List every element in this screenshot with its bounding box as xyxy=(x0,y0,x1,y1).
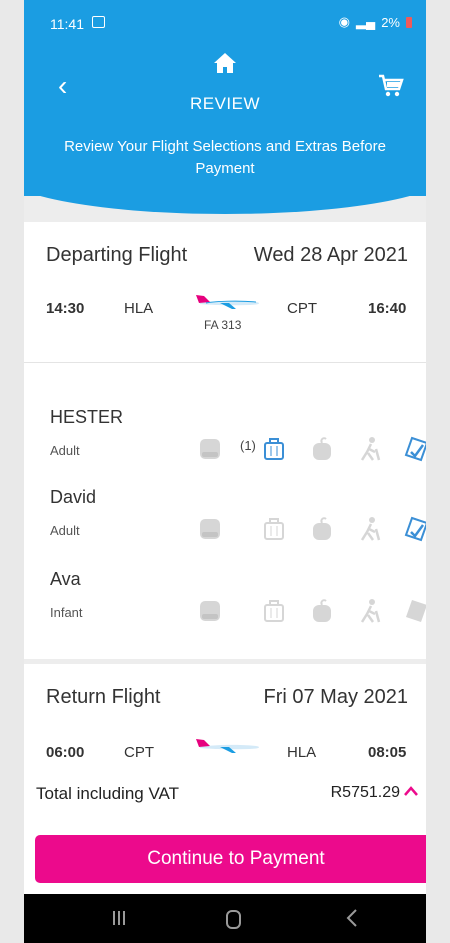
arrival-airport: CPT xyxy=(287,300,317,317)
phone-screen: 11:41 ◉ ▂▄ 2% ‹ REVIEW Review Your Fligh… xyxy=(24,0,426,943)
passenger-name: David xyxy=(50,487,97,507)
assistance-icon[interactable] xyxy=(356,435,384,463)
departure-airport: CPT xyxy=(124,744,154,761)
extras-icons xyxy=(196,597,426,625)
cart-icon[interactable] xyxy=(378,74,404,98)
system-nav-bar xyxy=(24,894,426,943)
departure-airport: HLA xyxy=(124,300,154,317)
extras-icons xyxy=(196,515,426,543)
arrival-airport: HLA xyxy=(287,744,317,761)
passenger-row: David Adult xyxy=(50,487,426,567)
home-nav-icon[interactable] xyxy=(226,910,241,929)
seat-icon[interactable] xyxy=(196,597,224,625)
departure-time: 14:30 xyxy=(46,300,85,317)
home-icon[interactable] xyxy=(213,52,237,74)
gallery-notification-icon xyxy=(92,16,105,28)
bag-icon[interactable] xyxy=(260,435,288,463)
arrival-time: 08:05 xyxy=(368,744,407,761)
assistance-icon[interactable] xyxy=(356,597,384,625)
passenger-extras-card: HESTER Adult (1) David Adult Ava Infant xyxy=(24,362,426,659)
return-flight-date: Fri 07 May 2021 xyxy=(263,686,408,708)
back-icon[interactable]: ‹ xyxy=(58,72,67,100)
departing-flight-details: 14:30 HLA FA 313 CPT 16:40 xyxy=(46,295,408,338)
insurance-icon[interactable] xyxy=(402,515,426,543)
status-bar: 11:41 ◉ ▂▄ 2% xyxy=(24,0,426,44)
wifi-icon: ◉ xyxy=(338,14,350,29)
passenger-name: HESTER xyxy=(50,407,124,427)
total-value[interactable]: R5751.29 xyxy=(331,784,400,802)
bag-count: (1) xyxy=(240,438,256,453)
seat-icon[interactable] xyxy=(196,435,224,463)
extras-icons: (1) xyxy=(196,435,426,463)
departing-flight-card: Departing Flight Wed 28 Apr 2021 14:30 H… xyxy=(24,222,426,362)
signal-icon: ▂▄ xyxy=(355,14,376,29)
seat-icon[interactable] xyxy=(196,515,224,543)
airplane-icon xyxy=(196,739,259,753)
departing-flight-date: Wed 28 Apr 2021 xyxy=(253,244,408,266)
passenger-type: Adult xyxy=(50,443,80,458)
review-header: ‹ REVIEW Review Your Flight Selections a… xyxy=(24,44,426,214)
airplane-icon xyxy=(196,295,259,309)
insurance-icon[interactable] xyxy=(402,597,426,625)
continue-to-payment-button[interactable]: Continue to Payment xyxy=(35,835,426,883)
passenger-type: Infant xyxy=(50,605,83,620)
passenger-row: HESTER Adult (1) xyxy=(50,407,426,487)
sports-equipment-icon[interactable] xyxy=(308,597,336,625)
return-flight-label: Return Flight xyxy=(46,686,161,708)
passenger-type: Adult xyxy=(50,523,80,538)
assistance-icon[interactable] xyxy=(356,515,384,543)
passenger-name: Ava xyxy=(50,569,81,589)
departure-time: 06:00 xyxy=(46,744,85,761)
departing-flight-header: Departing Flight Wed 28 Apr 2021 xyxy=(46,244,408,267)
page-title: REVIEW xyxy=(189,94,261,113)
recent-apps-icon[interactable] xyxy=(112,910,126,926)
back-nav-icon[interactable] xyxy=(346,909,358,927)
departing-flight-label: Departing Flight xyxy=(46,244,188,266)
header-subtitle: Review Your Flight Selections and Extras… xyxy=(64,138,386,177)
status-time: 11:41 xyxy=(50,16,84,32)
chevron-up-icon[interactable] xyxy=(404,786,418,796)
sports-equipment-icon[interactable] xyxy=(308,515,336,543)
return-flight-header: Return Flight Fri 07 May 2021 xyxy=(46,686,408,709)
arrival-time: 16:40 xyxy=(368,300,407,317)
insurance-icon[interactable] xyxy=(402,435,426,463)
status-indicators: ◉ ▂▄ 2% xyxy=(339,14,412,30)
total-label: Total including VAT xyxy=(36,784,179,803)
bag-icon[interactable] xyxy=(260,515,288,543)
passenger-row: Ava Infant xyxy=(50,569,426,649)
flight-number: FA 313 xyxy=(204,318,242,332)
battery-icon xyxy=(406,16,412,28)
return-flight-card: Return Flight Fri 07 May 2021 06:00 CPT … xyxy=(24,664,426,764)
payment-footer: Total including VAT R5751.29 Continue to… xyxy=(24,760,426,908)
bag-icon[interactable] xyxy=(260,597,288,625)
sports-equipment-icon[interactable] xyxy=(308,435,336,463)
battery-percent: 2% xyxy=(381,14,400,30)
